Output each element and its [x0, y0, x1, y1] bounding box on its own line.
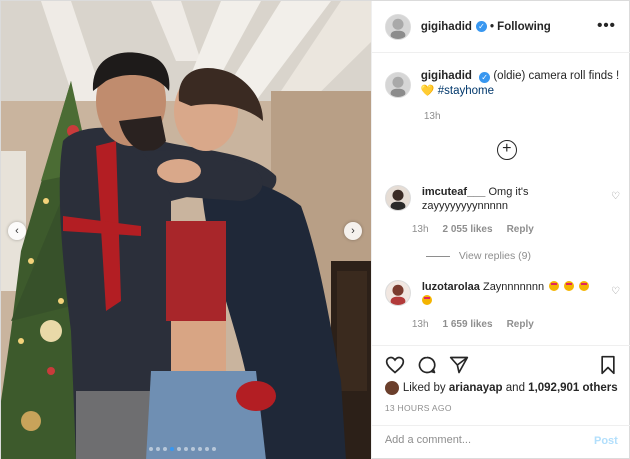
commenter-username[interactable]: luzotarolaa: [422, 281, 480, 293]
add-comment-bar: Post: [371, 425, 630, 459]
reply-button[interactable]: Reply: [507, 224, 534, 235]
author-username[interactable]: gigihadid: [421, 21, 472, 33]
post-details-panel: gigihadid ✓ • Following ••• gigihadid ✓ …: [370, 1, 630, 459]
post-comment-button[interactable]: Post: [594, 435, 618, 447]
heart-eyes-emoji-icon: [421, 295, 432, 305]
action-icons: [385, 355, 469, 375]
post-actions: Liked by arianayap and 1,092,901 others …: [371, 345, 630, 459]
heart-eyes-emoji-icon: [579, 281, 590, 291]
commenter-avatar[interactable]: [384, 280, 411, 306]
caption-avatar[interactable]: [384, 72, 411, 98]
comment-text: Zaynnnnnnn: [482, 281, 545, 293]
add-comment-input[interactable]: [384, 434, 575, 446]
carousel-prev-button[interactable]: ‹: [8, 222, 26, 240]
liked-by-user[interactable]: arianayap: [449, 382, 503, 394]
post-photo[interactable]: ‹ ›: [1, 1, 371, 459]
carousel-dot: [198, 447, 202, 451]
heart-eyes-emoji-icon: [549, 281, 560, 291]
liker-avatar[interactable]: [384, 381, 399, 395]
post-caption: gigihadid ✓ (oldie) camera roll finds ! …: [384, 69, 620, 99]
comment-meta: 13h 2 055 likes Reply: [412, 224, 534, 235]
liked-by-prefix: Liked by: [402, 382, 446, 394]
carousel-dot: [163, 447, 167, 451]
liked-by-summary: Liked by arianayap and 1,092,901 others: [384, 381, 618, 395]
chevron-right-icon: ›: [351, 225, 355, 237]
yellow-heart-emoji: 💛: [420, 85, 435, 97]
comment-timestamp[interactable]: 13h: [412, 224, 429, 235]
following-label: Following: [497, 20, 551, 33]
carousel-next-button[interactable]: ›: [344, 222, 362, 240]
comment-like-count[interactable]: 2 055 likes: [443, 224, 493, 235]
reply-button[interactable]: Reply: [507, 319, 534, 330]
liked-by-and: and: [505, 382, 525, 394]
view-replies-label: View replies (9): [458, 250, 531, 262]
comment-meta: 13h 1 659 likes Reply: [412, 319, 534, 330]
instagram-post-modal: ‹ › gigihadid ✓ • Following ••• gigihadi…: [0, 0, 630, 459]
comment-text-block: luzotarolaa Zaynnnnnnn: [421, 280, 602, 308]
photo-scene: [1, 1, 371, 459]
carousel-dot: [170, 447, 174, 451]
author-avatar[interactable]: [384, 13, 411, 40]
save-bookmark-button[interactable]: [598, 355, 618, 378]
post-header: gigihadid ✓ • Following •••: [371, 1, 630, 53]
caption-text: (oldie) camera roll finds !: [493, 70, 620, 82]
heart-eyes-emoji-icon: [564, 281, 575, 291]
replies-divider: [425, 255, 450, 257]
caption-timestamp[interactable]: 13h: [424, 111, 441, 122]
verified-badge-icon: ✓: [479, 72, 491, 83]
view-replies-button[interactable]: View replies (9): [425, 250, 531, 262]
plus-circle-icon: +: [502, 140, 512, 157]
comment-text-block: imcuteaf___ Omg it's zayyyyyyyynnnnn: [422, 185, 602, 213]
load-more-comments-button[interactable]: +: [496, 140, 517, 160]
carousel-dot: [177, 447, 181, 451]
verified-badge-icon: ✓: [475, 21, 487, 32]
commenter-avatar[interactable]: [384, 185, 411, 211]
post-timestamp[interactable]: 13 HOURS AGO: [385, 403, 452, 413]
comment-like-heart-icon[interactable]: ♡: [611, 286, 620, 297]
share-paper-plane-icon[interactable]: [449, 355, 469, 375]
caption-body: gigihadid ✓ (oldie) camera roll finds ! …: [421, 69, 619, 99]
chevron-left-icon: ‹: [15, 225, 19, 237]
carousel-dot: [184, 447, 188, 451]
carousel-dot: [156, 447, 160, 451]
carousel-dot: [191, 447, 195, 451]
commenter-username[interactable]: imcuteaf___: [422, 186, 486, 198]
following-button[interactable]: • Following: [490, 21, 551, 33]
bookmark-icon: [601, 355, 615, 375]
caption-hashtag[interactable]: #stayhome: [438, 85, 494, 97]
comment-item: imcuteaf___ Omg it's zayyyyyyyynnnnn: [384, 185, 620, 213]
carousel-dot: [212, 447, 216, 451]
more-options-icon[interactable]: •••: [597, 17, 616, 34]
comment-like-heart-icon[interactable]: ♡: [611, 191, 620, 202]
comment-timestamp[interactable]: 13h: [412, 319, 429, 330]
like-heart-icon[interactable]: [385, 355, 405, 375]
liked-by-count[interactable]: 1,092,901 others: [528, 382, 618, 394]
comment-bubble-icon[interactable]: [417, 355, 437, 375]
carousel-indicator: [149, 447, 216, 451]
carousel-dot: [149, 447, 153, 451]
caption-username[interactable]: gigihadid: [421, 70, 472, 82]
comment-item: luzotarolaa Zaynnnnnnn: [384, 280, 620, 308]
carousel-dot: [205, 447, 209, 451]
comment-like-count[interactable]: 1 659 likes: [443, 319, 493, 330]
